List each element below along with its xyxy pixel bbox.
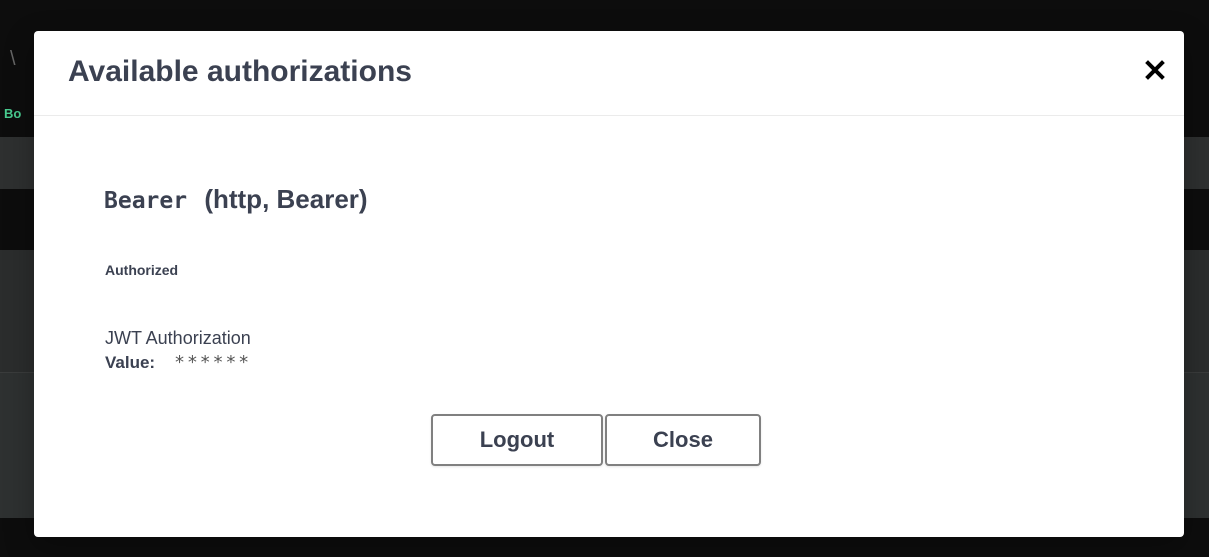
background-text-fragment: Bo <box>4 106 22 121</box>
value-label: Value: <box>105 353 156 372</box>
logout-button[interactable]: Logout <box>431 414 603 466</box>
auth-scheme-name: Bearer <box>104 188 188 214</box>
close-modal-button[interactable] <box>1142 57 1168 83</box>
masked-token-value: ****** <box>174 352 252 373</box>
close-icon <box>1142 57 1168 83</box>
modal-header: Available authorizations <box>34 31 1184 116</box>
authorization-modal: Available authorizations Bearer (http, B… <box>34 31 1184 537</box>
auth-scheme-type: (http, Bearer) <box>204 184 368 214</box>
background-glyph: \ <box>10 48 16 70</box>
auth-scheme-title: Bearer (http, Bearer) <box>104 184 368 215</box>
close-button[interactable]: Close <box>605 414 761 466</box>
auth-value-row: Value: ****** <box>105 352 251 373</box>
modal-title: Available authorizations <box>68 55 412 88</box>
authorized-status: Authorized <box>105 262 179 278</box>
auth-description: JWT Authorization <box>105 328 251 348</box>
